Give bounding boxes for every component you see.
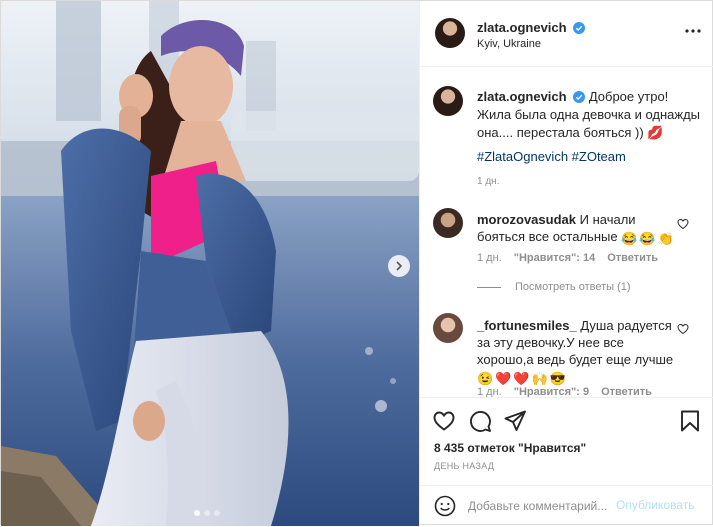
carousel-dot bbox=[204, 510, 210, 516]
post-sidebar: zlata.ognevich Kyiv, Ukraine zlata.ognev… bbox=[419, 1, 713, 526]
comment-meta: 1 дн. "Нравится": 14 Ответить bbox=[477, 252, 658, 264]
emoji: 😎 bbox=[549, 371, 566, 386]
emoji: 🙌 bbox=[531, 371, 548, 386]
post-comment-button[interactable]: Опубликовать bbox=[616, 498, 694, 512]
heart-outline-icon[interactable] bbox=[677, 218, 689, 230]
heart-outline-icon[interactable] bbox=[677, 323, 689, 335]
comment-item: morozovasudak И начали бояться все остал… bbox=[477, 211, 677, 247]
comment-emoji: 😂 😂 👏 bbox=[621, 230, 674, 247]
verified-badge-icon bbox=[572, 22, 585, 34]
add-comment-bar: Опубликовать bbox=[420, 485, 713, 526]
carousel-indicator bbox=[194, 510, 220, 516]
comment-time[interactable]: 1 дн. bbox=[477, 252, 502, 264]
caption: zlata.ognevich Доброе утро! Жила была од… bbox=[477, 88, 703, 142]
commenter-avatar[interactable] bbox=[433, 208, 463, 238]
comment-time[interactable]: 1 дн. bbox=[477, 386, 502, 397]
share-icon[interactable] bbox=[503, 409, 527, 433]
post-timestamp[interactable]: ДЕНЬ НАЗАД bbox=[434, 461, 494, 471]
emoji-picker-icon[interactable] bbox=[434, 495, 456, 517]
comment-emoji: 😉 ❤️ ❤️ 🙌 😎 bbox=[477, 370, 566, 387]
next-slide-button[interactable] bbox=[388, 255, 410, 277]
bookmark-icon[interactable] bbox=[678, 409, 702, 433]
view-replies-label: Посмотреть ответы (1) bbox=[515, 281, 631, 293]
emoji: 😉 bbox=[477, 371, 494, 386]
comment-likes[interactable]: "Нравится": 14 bbox=[514, 252, 595, 264]
author-avatar[interactable] bbox=[435, 18, 465, 48]
divider bbox=[477, 286, 501, 288]
carousel-dot bbox=[194, 510, 200, 516]
comments-list[interactable]: zlata.ognevich Доброе утро! Жила была од… bbox=[420, 68, 713, 397]
likes-count[interactable]: 8 435 отметок "Нравится" bbox=[434, 441, 586, 455]
caption-time[interactable]: 1 дн. bbox=[477, 176, 499, 187]
emoji: 👏 bbox=[657, 231, 674, 246]
comment-icon[interactable] bbox=[468, 409, 492, 433]
lips-emoji: 💋 bbox=[647, 125, 664, 140]
verified-badge-icon bbox=[573, 91, 586, 103]
chevron-right-icon bbox=[396, 261, 403, 271]
comment-username[interactable]: morozovasudak bbox=[477, 212, 576, 227]
author-name-row: zlata.ognevich bbox=[477, 20, 585, 35]
caption-avatar[interactable] bbox=[433, 86, 463, 116]
caption-username[interactable]: zlata.ognevich bbox=[477, 89, 567, 104]
comment-item: _fortunesmiles_ Душа радуется за эту дев… bbox=[477, 317, 677, 387]
post-photo[interactable] bbox=[1, 1, 419, 526]
post-header: zlata.ognevich Kyiv, Ukraine bbox=[420, 1, 713, 67]
post-location[interactable]: Kyiv, Ukraine bbox=[477, 38, 541, 50]
comment-input[interactable] bbox=[468, 497, 614, 515]
comment-meta: 1 дн. "Нравится": 9 Ответить bbox=[477, 386, 652, 397]
author-username[interactable]: zlata.ognevich bbox=[477, 20, 567, 35]
emoji: ❤️ bbox=[495, 371, 512, 386]
comment-username[interactable]: _fortunesmiles_ bbox=[477, 318, 577, 333]
emoji: 😂 bbox=[639, 231, 656, 246]
caption-hashtags[interactable]: #ZlataOgnevich #ZOteam bbox=[477, 149, 626, 164]
reply-button[interactable]: Ответить bbox=[601, 386, 652, 397]
more-options-icon[interactable] bbox=[683, 23, 703, 39]
photo-illustration bbox=[1, 1, 419, 526]
instagram-post: zlata.ognevich Kyiv, Ukraine zlata.ognev… bbox=[0, 0, 713, 526]
view-replies-button[interactable]: Посмотреть ответы (1) bbox=[477, 281, 631, 293]
reply-button[interactable]: Ответить bbox=[607, 252, 658, 264]
heart-icon[interactable] bbox=[432, 409, 456, 433]
emoji: ❤️ bbox=[513, 371, 530, 386]
comment-likes[interactable]: "Нравится": 9 bbox=[514, 386, 589, 397]
carousel-dot bbox=[214, 510, 220, 516]
commenter-avatar[interactable] bbox=[433, 313, 463, 343]
emoji: 😂 bbox=[621, 231, 638, 246]
